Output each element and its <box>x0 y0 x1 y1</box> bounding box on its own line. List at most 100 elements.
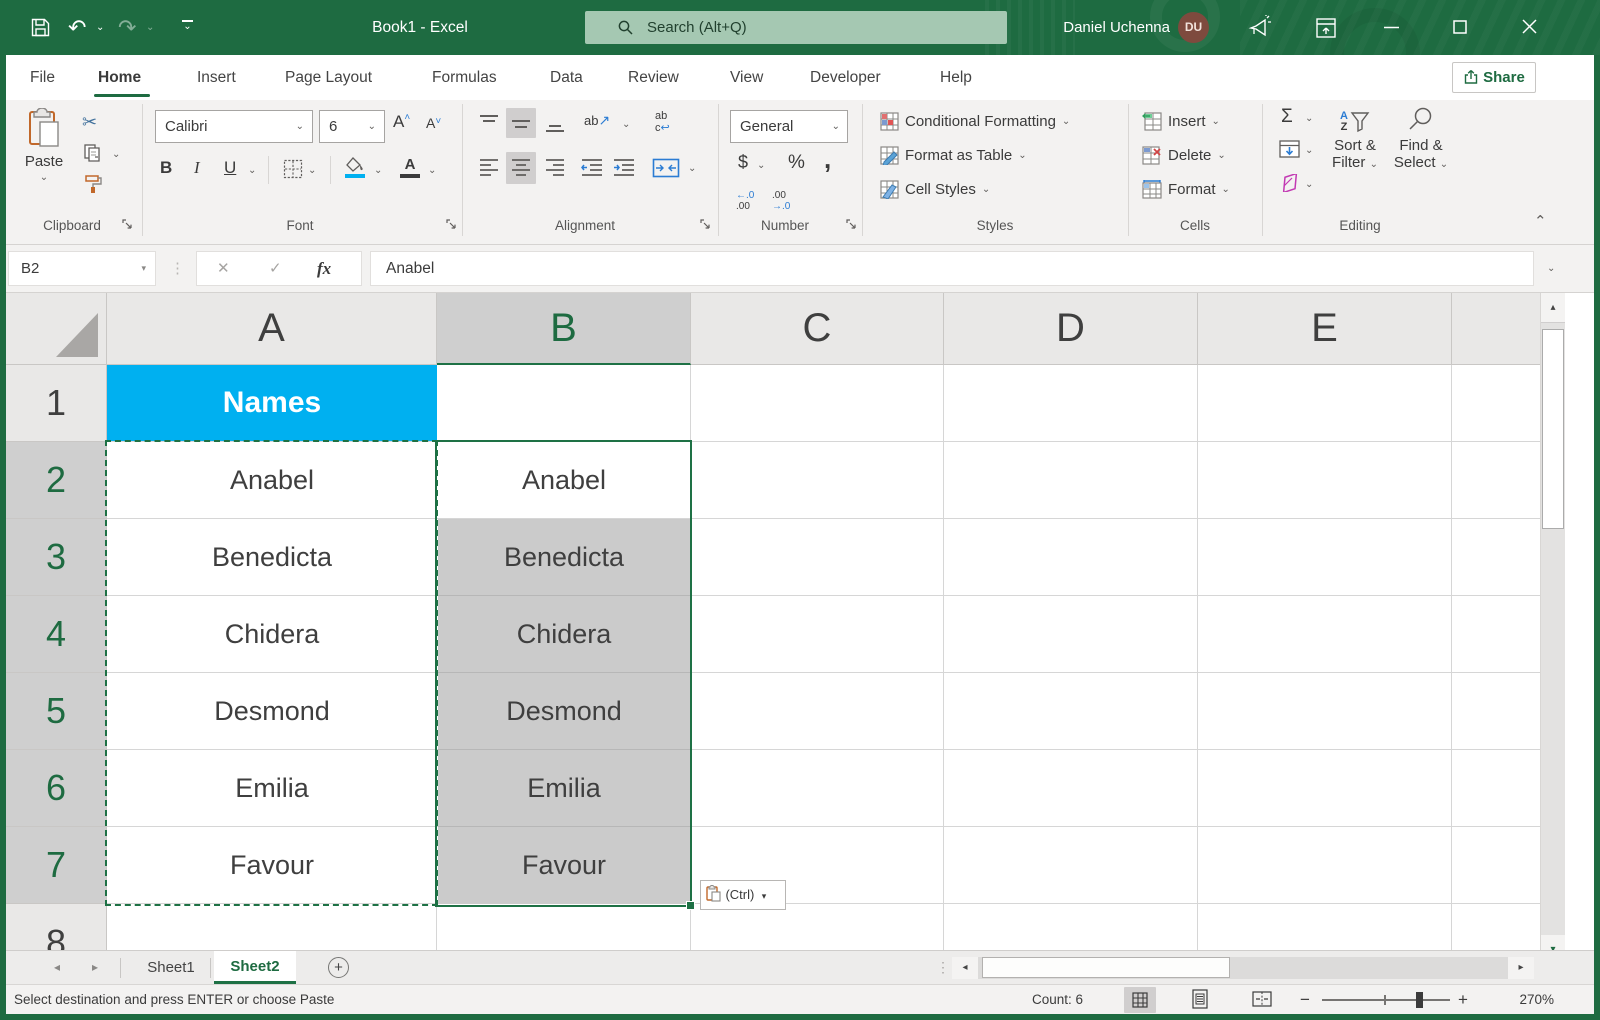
align-center-button[interactable] <box>506 152 536 184</box>
fill-button[interactable] <box>1279 140 1300 158</box>
undo-button[interactable]: ↶ <box>68 0 86 55</box>
row-header-8[interactable]: 8 <box>6 904 107 950</box>
paste-options-button[interactable]: (Ctrl) ▾ <box>700 880 786 910</box>
sheet-nav-right-icon[interactable]: ▸ <box>92 951 98 984</box>
minimize-button[interactable] <box>1384 26 1399 29</box>
tab-split-handle-icon[interactable]: ⋮ <box>936 951 950 984</box>
borders-button[interactable] <box>283 159 303 179</box>
insert-function-icon[interactable]: fx <box>317 252 331 285</box>
format-painter-button[interactable] <box>83 174 103 194</box>
vertical-scroll-thumb[interactable] <box>1542 329 1564 529</box>
align-middle-button[interactable] <box>506 108 536 138</box>
redo-dropdown-icon[interactable]: ⌄ <box>146 0 154 55</box>
customize-qat-icon[interactable]: ⌄ <box>182 20 193 31</box>
column-header-e[interactable]: E <box>1198 293 1452 365</box>
underline-button[interactable]: U <box>224 158 236 178</box>
row-header-3[interactable]: 3 <box>6 519 107 596</box>
row-header-7[interactable]: 7 <box>6 827 107 904</box>
formula-input[interactable]: Anabel <box>370 251 1534 286</box>
italic-button[interactable]: I <box>194 158 200 178</box>
bold-button[interactable]: B <box>160 158 172 178</box>
user-name[interactable]: Daniel Uchenna <box>1020 0 1170 55</box>
new-sheet-button[interactable]: + <box>328 957 349 978</box>
insert-cells-button[interactable]: Insert ⌄ <box>1142 112 1220 131</box>
clipboard-dialog-launcher-icon[interactable] <box>122 219 133 230</box>
row-header-4[interactable]: 4 <box>6 596 107 673</box>
conditional-formatting-button[interactable]: Conditional Formatting ⌄ <box>880 112 1070 131</box>
row-header-6[interactable]: 6 <box>6 750 107 827</box>
scroll-left-icon[interactable]: ◂ <box>952 957 978 979</box>
delete-cells-button[interactable]: Delete ⌄ <box>1142 146 1226 165</box>
save-icon[interactable] <box>30 17 51 38</box>
redo-button[interactable]: ↷ <box>118 0 136 55</box>
maximize-button[interactable] <box>1453 20 1467 34</box>
copy-button[interactable] <box>84 144 101 163</box>
font-size-select[interactable]: 6 ⌄ <box>319 110 385 143</box>
column-header-c[interactable]: C <box>691 293 944 365</box>
sheet-tab-sheet1[interactable]: Sheet1 <box>134 951 208 984</box>
merge-center-dropdown-icon[interactable]: ⌄ <box>688 164 696 174</box>
collapse-ribbon-icon[interactable]: ⌃ <box>1534 212 1547 230</box>
copy-dropdown-icon[interactable]: ⌄ <box>112 150 120 160</box>
sheet-nav-left-icon[interactable]: ◂ <box>54 951 60 984</box>
select-all-corner[interactable] <box>6 293 107 365</box>
accounting-dropdown-icon[interactable]: ⌄ <box>757 161 765 171</box>
format-as-table-button[interactable]: Format as Table ⌄ <box>880 146 1027 165</box>
tab-view[interactable]: View <box>730 55 763 100</box>
tab-help[interactable]: Help <box>940 55 972 100</box>
share-button[interactable]: Share <box>1452 62 1536 93</box>
tab-home[interactable]: Home <box>98 55 141 100</box>
increase-decimal-button[interactable]: ←.0 .00 <box>736 190 754 212</box>
zoom-level[interactable]: 270% <box>1494 985 1554 1014</box>
enter-icon[interactable]: ✓ <box>269 252 282 285</box>
decrease-indent-button[interactable] <box>580 157 604 179</box>
resize-handle-icon[interactable]: ⋮ <box>170 245 186 293</box>
merge-center-button[interactable] <box>652 158 680 178</box>
horizontal-scroll-thumb[interactable] <box>982 957 1230 978</box>
sheet-tab-sheet2[interactable]: Sheet2 <box>214 951 296 984</box>
orientation-dropdown-icon[interactable]: ⌄ <box>622 120 630 130</box>
fill-handle[interactable] <box>686 901 695 910</box>
number-format-select[interactable]: General ⌄ <box>730 110 848 143</box>
column-header-d[interactable]: D <box>944 293 1198 365</box>
paste-button[interactable]: Paste ⌄ <box>14 106 74 202</box>
coming-soon-icon[interactable] <box>1247 15 1272 40</box>
cancel-icon[interactable]: ✕ <box>217 252 230 285</box>
row-header-1[interactable]: 1 <box>6 365 107 442</box>
column-header-a[interactable]: A <box>107 293 437 365</box>
wrap-text-button[interactable]: ab c↩ <box>655 110 670 134</box>
alignment-dialog-launcher-icon[interactable] <box>700 219 711 230</box>
cell-styles-button[interactable]: Cell Styles ⌄ <box>880 180 990 199</box>
percent-style-button[interactable]: % <box>788 152 805 174</box>
align-top-button[interactable] <box>478 113 500 135</box>
align-left-button[interactable] <box>478 157 500 179</box>
avatar[interactable]: DU <box>1178 12 1209 43</box>
tab-page-layout[interactable]: Page Layout <box>285 55 372 100</box>
increase-indent-button[interactable] <box>612 157 636 179</box>
align-bottom-button[interactable] <box>544 113 566 135</box>
font-dialog-launcher-icon[interactable] <box>446 219 457 230</box>
expand-formula-bar-icon[interactable]: ⌄ <box>1547 264 1555 274</box>
number-dialog-launcher-icon[interactable] <box>846 219 857 230</box>
page-break-preview-button[interactable] <box>1252 989 1272 1009</box>
row-header-2[interactable]: 2 <box>6 442 107 519</box>
cut-button[interactable]: ✂ <box>82 112 97 133</box>
fill-color-dropdown-icon[interactable]: ⌄ <box>374 166 382 176</box>
clear-button[interactable] <box>1279 174 1301 192</box>
tab-insert[interactable]: Insert <box>197 55 236 100</box>
column-header-partial[interactable] <box>1452 293 1540 365</box>
horizontal-scrollbar[interactable]: ◂ ▸ <box>952 957 1534 979</box>
zoom-slider-thumb[interactable] <box>1416 992 1423 1008</box>
scroll-up-icon[interactable]: ▴ <box>1541 293 1565 323</box>
vertical-scrollbar[interactable]: ▴ ▾ <box>1540 293 1565 965</box>
underline-dropdown-icon[interactable]: ⌄ <box>248 166 256 176</box>
fill-color-button[interactable] <box>345 157 367 178</box>
fill-dropdown-icon[interactable]: ⌄ <box>1305 146 1313 156</box>
tab-data[interactable]: Data <box>550 55 583 100</box>
clear-dropdown-icon[interactable]: ⌄ <box>1305 180 1313 190</box>
tab-developer[interactable]: Developer <box>810 55 881 100</box>
tab-formulas[interactable]: Formulas <box>432 55 497 100</box>
normal-view-button[interactable] <box>1124 987 1156 1013</box>
align-right-button[interactable] <box>544 157 566 179</box>
zoom-in-button[interactable]: + <box>1458 985 1468 1014</box>
